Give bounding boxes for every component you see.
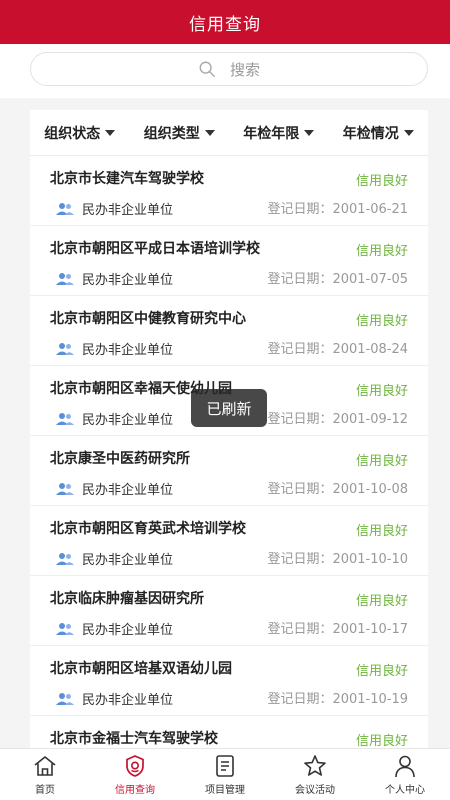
result-card: 组织状态 组织类型 年检年限 年检情况 北京市长建汽车驾驶学校 信用良好 民办非… — [30, 110, 428, 750]
register-date: 登记日期：2001-10-10 — [267, 552, 408, 567]
org-type: 民办非企业单位 — [82, 273, 174, 288]
filter-label: 组织类型 — [143, 125, 200, 142]
document-icon — [216, 755, 234, 777]
org-type: 民办非企业单位 — [82, 693, 174, 708]
tab-label: 会议活动 — [295, 785, 335, 796]
list-item[interactable]: 北京市金福士汽车驾驶学校 信用良好 — [30, 716, 428, 750]
star-icon — [304, 755, 326, 776]
credit-status: 信用良好 — [355, 384, 408, 399]
shield-icon — [126, 755, 144, 777]
list-item[interactable]: 北京市朝阳区中健教育研究中心 信用良好 民办非企业单位 登记日期：2001-08… — [30, 296, 428, 366]
org-name: 北京市朝阳区培基双语幼儿园 — [50, 661, 232, 677]
search-input[interactable]: 搜索 — [30, 52, 428, 86]
tab-meetings[interactable]: 会议活动 — [270, 749, 360, 800]
register-date: 登记日期：2001-10-17 — [267, 622, 408, 637]
org-type: 民办非企业单位 — [82, 343, 174, 358]
org-type: 民办非企业单位 — [82, 413, 174, 428]
search-icon — [199, 61, 215, 77]
users-icon — [56, 272, 74, 285]
credit-status: 信用良好 — [355, 314, 408, 329]
credit-status: 信用良好 — [355, 454, 408, 469]
tab-project-management[interactable]: 项目管理 — [180, 749, 270, 800]
caret-down-icon — [403, 129, 414, 136]
list-item[interactable]: 北京临床肿瘤基因研究所 信用良好 民办非企业单位 登记日期：2001-10-17 — [30, 576, 428, 646]
filter-bar: 组织状态 组织类型 年检年限 年检情况 — [30, 110, 428, 156]
caret-down-icon — [105, 129, 116, 136]
tab-profile[interactable]: 个人中心 — [360, 749, 450, 800]
org-list: 北京市长建汽车驾驶学校 信用良好 民办非企业单位 登记日期：2001-06-21… — [30, 156, 428, 750]
filter-org-status[interactable]: 组织状态 — [44, 123, 116, 143]
credit-status: 信用良好 — [355, 664, 408, 679]
list-item[interactable]: 北京市朝阳区育英武术培训学校 信用良好 民办非企业单位 登记日期：2001-10… — [30, 506, 428, 576]
tab-label: 项目管理 — [205, 785, 245, 796]
org-type: 民办非企业单位 — [82, 203, 174, 218]
caret-down-icon — [304, 129, 315, 136]
caret-down-icon — [204, 129, 215, 136]
register-date: 登记日期：2001-06-21 — [267, 202, 408, 217]
search-placeholder: 搜索 — [229, 60, 260, 79]
users-icon — [56, 692, 74, 705]
register-date: 登记日期：2001-07-05 — [267, 272, 408, 287]
org-name: 北京市朝阳区平成日本语培训学校 — [50, 241, 260, 257]
credit-status: 信用良好 — [355, 734, 408, 749]
filter-inspection-status[interactable]: 年检情况 — [343, 123, 414, 143]
tab-home[interactable]: 首页 — [0, 749, 90, 800]
org-name: 北京市朝阳区育英武术培训学校 — [50, 521, 246, 537]
users-icon — [56, 622, 74, 635]
users-icon — [56, 342, 74, 355]
users-icon — [56, 552, 74, 565]
register-date: 登记日期：2001-10-08 — [267, 482, 408, 497]
org-type: 民办非企业单位 — [82, 553, 174, 568]
credit-status: 信用良好 — [355, 594, 408, 609]
users-icon — [56, 482, 74, 495]
org-type: 民办非企业单位 — [82, 483, 174, 498]
org-name: 北京市长建汽车驾驶学校 — [50, 171, 204, 187]
org-name: 北京康圣中医药研究所 — [50, 451, 190, 467]
page-title: 信用查询 — [189, 14, 261, 35]
org-name: 北京市朝阳区中健教育研究中心 — [50, 311, 246, 327]
org-name: 北京市金福士汽车驾驶学校 — [50, 731, 218, 747]
search-area: 搜索 — [0, 44, 450, 98]
person-icon — [395, 755, 415, 778]
credit-status: 信用良好 — [355, 174, 408, 189]
register-date: 登记日期：2001-08-24 — [267, 342, 408, 357]
list-item[interactable]: 北京市朝阳区培基双语幼儿园 信用良好 民办非企业单位 登记日期：2001-10-… — [30, 646, 428, 716]
filter-label: 年检年限 — [243, 125, 300, 142]
tab-credit-query[interactable]: 信用查询 — [90, 749, 180, 800]
credit-status: 信用良好 — [355, 244, 408, 259]
filter-inspection-year[interactable]: 年检年限 — [243, 123, 315, 143]
credit-status: 信用良好 — [355, 524, 408, 539]
org-name: 北京临床肿瘤基因研究所 — [50, 591, 204, 607]
filter-label: 年检情况 — [342, 125, 399, 142]
tab-label: 个人中心 — [385, 785, 425, 796]
app-header: 信用查询 — [0, 0, 450, 44]
users-icon — [56, 412, 74, 425]
list-item[interactable]: 北京市朝阳区平成日本语培训学校 信用良好 民办非企业单位 登记日期：2001-0… — [30, 226, 428, 296]
tab-label: 首页 — [35, 785, 55, 796]
bottom-tab-bar: 首页 信用查询 项目管理 会议活动 个人中心 — [0, 748, 450, 800]
filter-label: 组织状态 — [44, 125, 101, 142]
register-date: 登记日期：2001-09-12 — [267, 412, 408, 427]
register-date: 登记日期：2001-10-19 — [267, 692, 408, 707]
users-icon — [56, 202, 74, 215]
home-icon — [34, 756, 56, 776]
filter-org-type[interactable]: 组织类型 — [144, 123, 215, 143]
list-item[interactable]: 北京市长建汽车驾驶学校 信用良好 民办非企业单位 登记日期：2001-06-21 — [30, 156, 428, 226]
tab-label: 信用查询 — [115, 785, 155, 796]
org-type: 民办非企业单位 — [82, 623, 174, 638]
list-item[interactable]: 北京康圣中医药研究所 信用良好 民办非企业单位 登记日期：2001-10-08 — [30, 436, 428, 506]
refresh-toast: 已刷新 — [191, 389, 267, 427]
